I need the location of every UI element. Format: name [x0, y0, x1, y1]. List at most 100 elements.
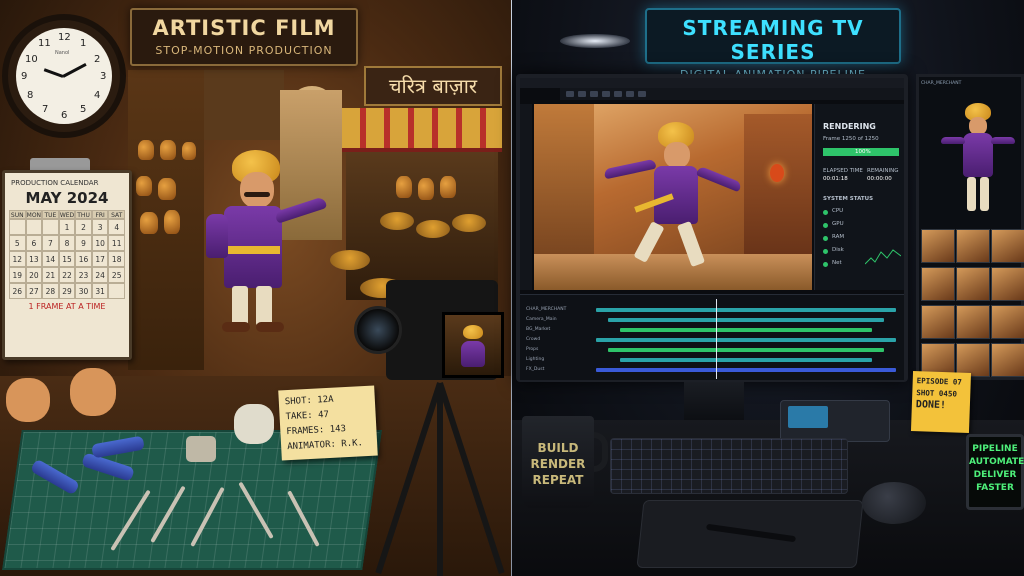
- remaining-label: REMAINING: [867, 168, 899, 174]
- puppet-face: [240, 172, 274, 208]
- clay-pot: [418, 178, 434, 200]
- asset-character-arm: [941, 137, 965, 144]
- production-calendar: PRODUCTION CALENDAR MAY 2024 SUN MON TUE WE…: [2, 170, 132, 360]
- stream-sign-title: STREAMING TV SERIES: [682, 16, 864, 64]
- calendar-date: 27: [25, 283, 43, 299]
- render-thumbnail[interactable]: [921, 305, 955, 339]
- status-label: CPU: [832, 208, 844, 214]
- asset-character-arm: [991, 137, 1015, 144]
- puppet-leg: [256, 286, 272, 326]
- mug-line: BUILD: [537, 441, 579, 455]
- timeline-track-label[interactable]: Crowd: [526, 337, 540, 342]
- timeline-clip[interactable]: [620, 328, 872, 332]
- clay-pot: [158, 178, 176, 200]
- sticky-done: DONE!: [915, 399, 947, 412]
- status-ok-icon: [823, 210, 828, 215]
- clock-number: 10: [25, 54, 38, 65]
- timeline-track-label[interactable]: CHAR_MERCHANT: [526, 307, 566, 312]
- timeline-track-label[interactable]: FX_Dust: [526, 367, 544, 372]
- timeline-track-label[interactable]: BG_Market: [526, 327, 550, 332]
- render-thumbnail[interactable]: [991, 229, 1024, 263]
- calendar-day-header: THU: [75, 210, 92, 219]
- load-line: [865, 249, 901, 265]
- asset-character-leg: [980, 177, 989, 211]
- timeline-track-label[interactable]: Props: [526, 347, 538, 352]
- preview-puppet-body: [461, 341, 485, 367]
- mug-line: RENDER: [530, 457, 586, 471]
- timeline-track-label[interactable]: Camera_Main: [526, 317, 557, 322]
- render-frame-count: Frame 1250 of 1250: [823, 136, 879, 142]
- asset-list-item[interactable]: CHAR_MERCHANT: [921, 81, 961, 86]
- render-thumbnail[interactable]: [991, 267, 1024, 301]
- preview-puppet-turban: [463, 325, 483, 339]
- clay-pot: [182, 142, 196, 160]
- calendar-date: 15: [58, 251, 76, 267]
- calendar-date: [9, 219, 26, 235]
- timeline-clip[interactable]: [608, 318, 884, 322]
- timeline-clip[interactable]: [596, 338, 896, 342]
- calendar-date: 14: [42, 251, 59, 267]
- render-thumbnail[interactable]: [991, 343, 1024, 377]
- remaining-value: 00:00:00: [867, 176, 892, 182]
- film-sign: ARTISTIC FILM STOP-MOTION PRODUCTION: [130, 8, 358, 66]
- toolbar-icon: [566, 91, 574, 97]
- split-scene: चरित्र बाज़ार 12 1 2 3 4 5 6 7 8 9 10 11…: [0, 0, 1024, 576]
- animator-label: ANIMATOR: R.K.: [286, 438, 364, 453]
- timeline-clip[interactable]: [596, 368, 896, 372]
- calendar-date: 17: [91, 251, 109, 267]
- calendar-date: 3: [91, 219, 109, 235]
- calendar-date: 30: [75, 283, 92, 299]
- calendar-day-header: MON: [25, 210, 43, 219]
- elapsed-label: ELAPSED TIME: [823, 168, 863, 174]
- spare-puppet-head: [70, 368, 116, 416]
- timeline-clip[interactable]: [596, 308, 896, 312]
- spice-basket: [416, 220, 450, 238]
- puppet-shoe: [256, 322, 284, 332]
- clock-hour-hand: [43, 68, 64, 78]
- clock-number: 2: [94, 54, 101, 65]
- calendar-date: 13: [25, 251, 43, 267]
- calendar-date: 19: [9, 267, 26, 283]
- timeline-track-label[interactable]: Lighting: [526, 357, 544, 362]
- character-arm: [603, 158, 657, 180]
- spice-basket: [330, 250, 370, 270]
- elapsed-value: 00:01:18: [823, 176, 848, 182]
- timeline-playhead[interactable]: [716, 299, 717, 379]
- timeline-clip[interactable]: [608, 348, 884, 352]
- render-thumbnail[interactable]: [956, 229, 990, 263]
- asset-monitor: CHAR_MERCHANT: [916, 74, 1024, 380]
- ceiling-lamp: [560, 34, 630, 48]
- spice-basket: [380, 212, 414, 230]
- calendar-date: 10: [91, 235, 109, 251]
- clock-number: 6: [61, 110, 68, 121]
- keyboard: [610, 438, 848, 494]
- calendar-date: 16: [75, 251, 92, 267]
- calendar-date: 25: [108, 267, 125, 283]
- render-title: RENDERING: [823, 122, 876, 131]
- timeline-clip[interactable]: [620, 358, 872, 362]
- toolbar-icon: [638, 91, 646, 97]
- calendar-date: 1: [58, 219, 76, 235]
- calendar-footer: 1 FRAME AT A TIME: [28, 302, 106, 311]
- sticky-note: EPISODE 07 SHOT 0450 DONE!: [910, 371, 972, 433]
- coffee-mug: BUILD RENDER REPEAT: [522, 416, 594, 508]
- small-monitor: PIPELINE AUTOMATE DELIVER FASTER: [966, 434, 1024, 510]
- render-thumbnail[interactable]: [956, 305, 990, 339]
- render-thumbnail[interactable]: [991, 305, 1024, 339]
- asset-character-leg: [967, 177, 976, 211]
- clock-minute-hand: [62, 62, 87, 78]
- render-thumbnail[interactable]: [921, 267, 955, 301]
- calendar-date: 7: [42, 235, 59, 251]
- render-thumbnail[interactable]: [921, 229, 955, 263]
- calendar-date: 5: [9, 235, 26, 251]
- calendar-date: 26: [9, 283, 26, 299]
- calendar-date: 2: [75, 219, 92, 235]
- street-ground: [534, 254, 812, 290]
- stop-motion-workshop: चरित्र बाज़ार 12 1 2 3 4 5 6 7 8 9 10 11…: [0, 0, 512, 576]
- calendar-grid: SUN MON TUE WED THU FRI SAT 1 2 3 4 5 6 7 8 9 10 11 12 13 14…: [9, 210, 125, 299]
- render-thumbnail[interactable]: [956, 267, 990, 301]
- stream-deck-screen: [788, 406, 828, 428]
- toolbar-icon: [578, 91, 586, 97]
- calendar-date: 8: [58, 235, 76, 251]
- render-percent: 100%: [855, 149, 871, 155]
